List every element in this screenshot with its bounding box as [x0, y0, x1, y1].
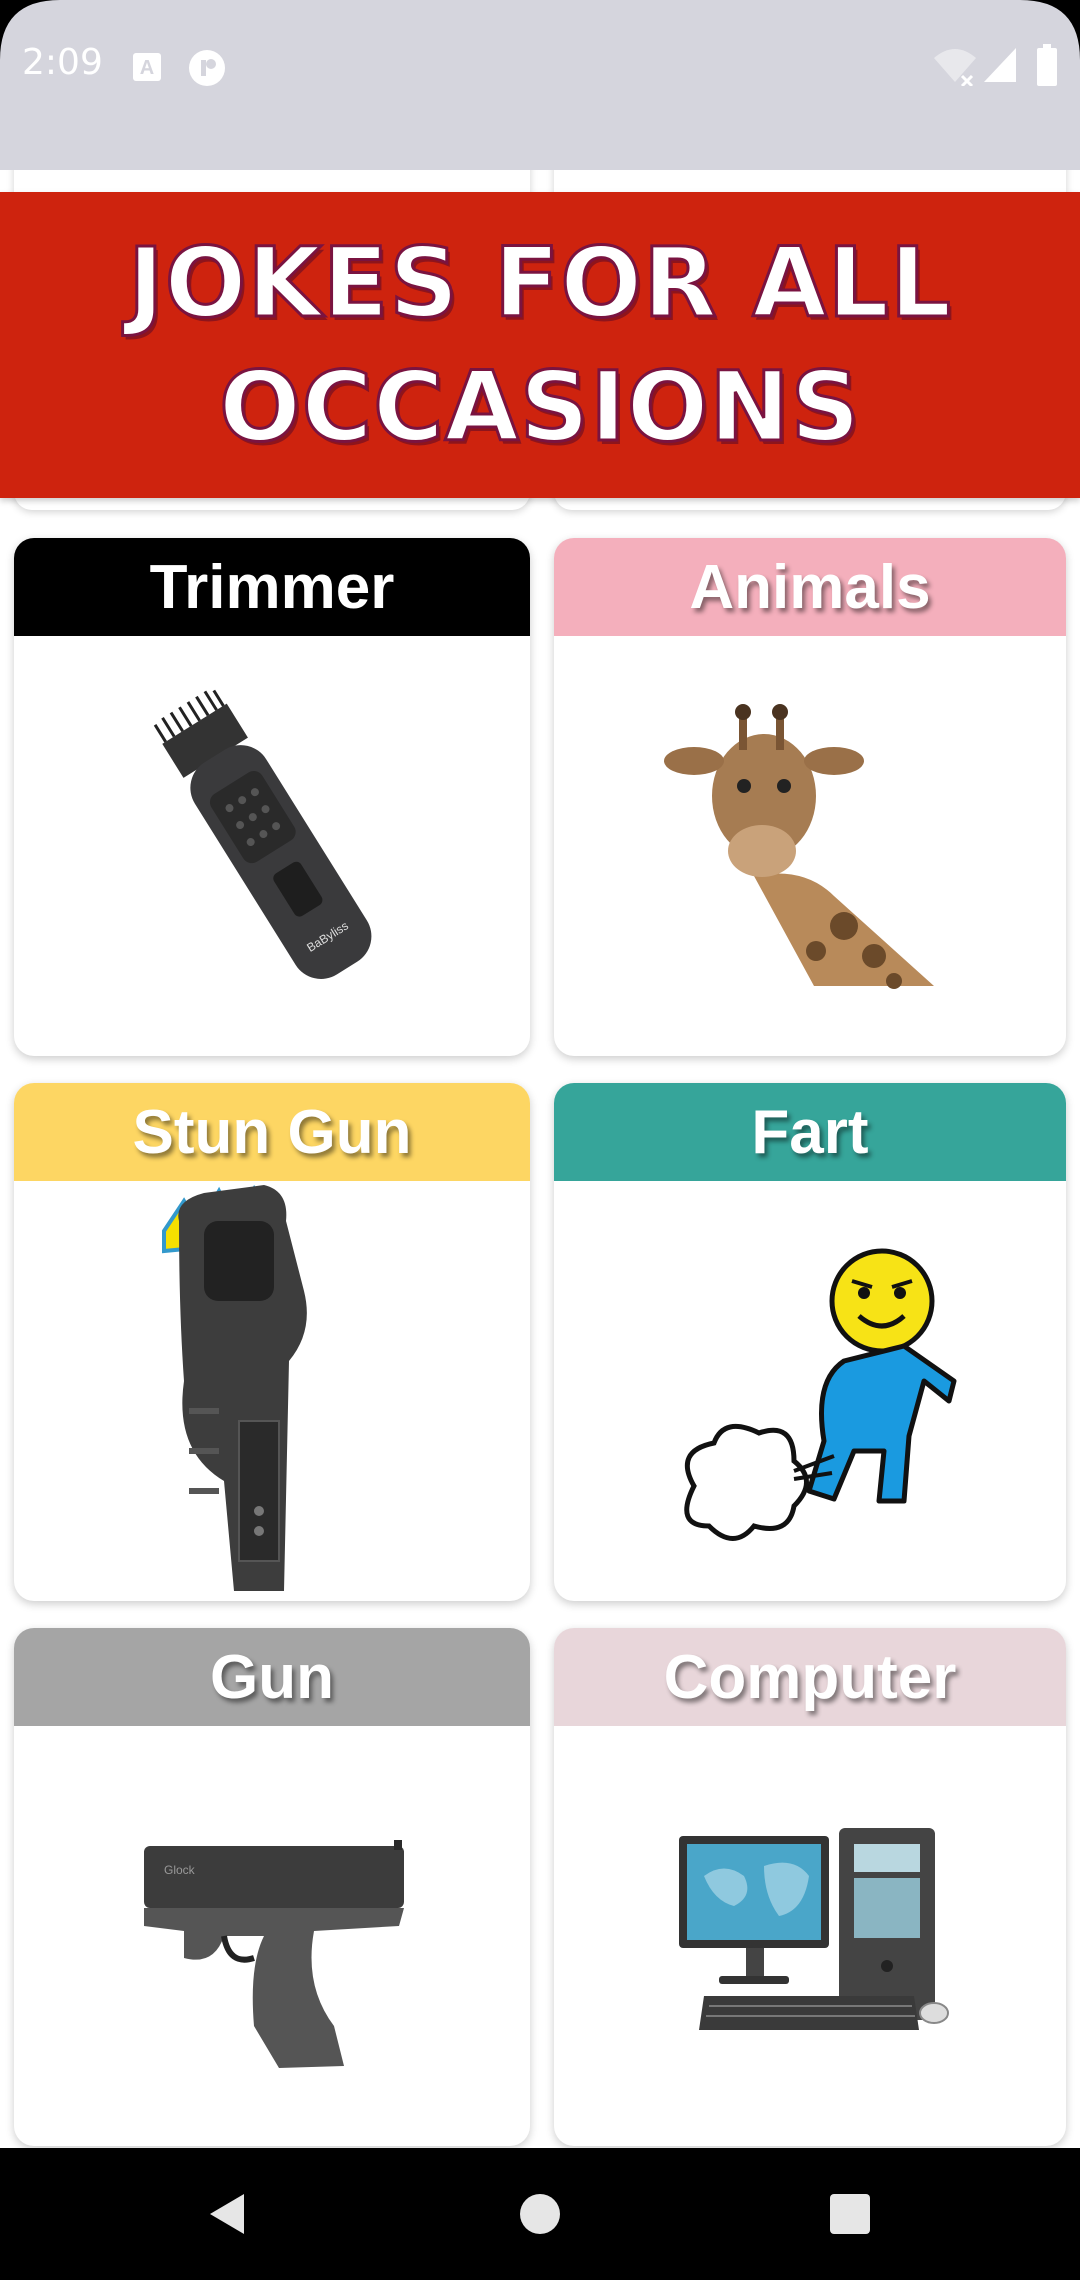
- giraffe-icon: [554, 636, 1066, 1056]
- category-label: Stun Gun: [132, 1097, 412, 1167]
- banner-title: JOKES FOR ALL OCCASIONS: [0, 192, 1080, 498]
- category-card-fart[interactable]: Fart: [554, 1083, 1066, 1601]
- category-label: Animals: [689, 552, 931, 622]
- category-label: Gun: [210, 1642, 334, 1712]
- category-header-gun: Gun: [14, 1628, 530, 1726]
- screen-corner-bl: [0, 2220, 60, 2280]
- category-card-gun[interactable]: Gun Glock: [14, 1628, 530, 2146]
- recents-button[interactable]: [780, 2148, 920, 2280]
- jokes-banner: JOKES FOR ALL OCCASIONS: [0, 192, 1080, 498]
- status-bar: 2:09 A: [0, 0, 1080, 170]
- category-list[interactable]: JOKES FOR ALL OCCASIONS Trimmer BaByliss…: [0, 170, 1080, 2148]
- screen-corner-tl: [0, 0, 60, 60]
- home-button[interactable]: [470, 2148, 610, 2280]
- navigation-bar: [0, 2148, 1080, 2280]
- trimmer-icon: BaByliss: [14, 636, 530, 1056]
- category-card-animals[interactable]: Animals: [554, 538, 1066, 1056]
- pistol-icon: Glock: [14, 1726, 530, 2146]
- category-label: Trimmer: [149, 552, 395, 622]
- keyboard-a-icon: A: [132, 52, 162, 87]
- back-icon: [210, 2194, 244, 2234]
- computer-icon: [554, 1726, 1066, 2146]
- category-card-stun-gun[interactable]: Stun Gun: [14, 1083, 530, 1601]
- assistant-icon: [188, 49, 226, 92]
- category-header-stun-gun: Stun Gun: [14, 1083, 530, 1181]
- svg-text:A: A: [140, 57, 154, 79]
- category-header-computer: Computer: [554, 1628, 1066, 1726]
- category-label: Fart: [751, 1097, 869, 1167]
- stun-gun-icon: [14, 1181, 530, 1601]
- category-header-trimmer: Trimmer: [14, 538, 530, 636]
- fart-icon: [554, 1181, 1066, 1601]
- home-icon: [520, 2194, 560, 2234]
- category-header-fart: Fart: [554, 1083, 1066, 1181]
- banner-title-line2: OCCASIONS: [218, 350, 862, 465]
- screen-corner-tr: [1020, 0, 1080, 60]
- banner-title-line1: JOKES FOR ALL: [126, 226, 953, 341]
- category-card-computer[interactable]: Computer: [554, 1628, 1066, 2146]
- screen-corner-br: [1020, 2220, 1080, 2280]
- category-label: Computer: [663, 1642, 957, 1712]
- app-screen: 2:09 A JOKES FOR ALL OCCASIONS Trimmer B…: [0, 0, 1080, 2280]
- back-button[interactable]: [156, 2148, 296, 2280]
- signal-icon: [982, 46, 1018, 89]
- category-header-animals: Animals: [554, 538, 1066, 636]
- recents-icon: [830, 2194, 870, 2234]
- category-card-trimmer[interactable]: Trimmer BaByliss: [14, 538, 530, 1056]
- wifi-off-icon: [932, 46, 978, 91]
- svg-text:Glock: Glock: [164, 1863, 196, 1877]
